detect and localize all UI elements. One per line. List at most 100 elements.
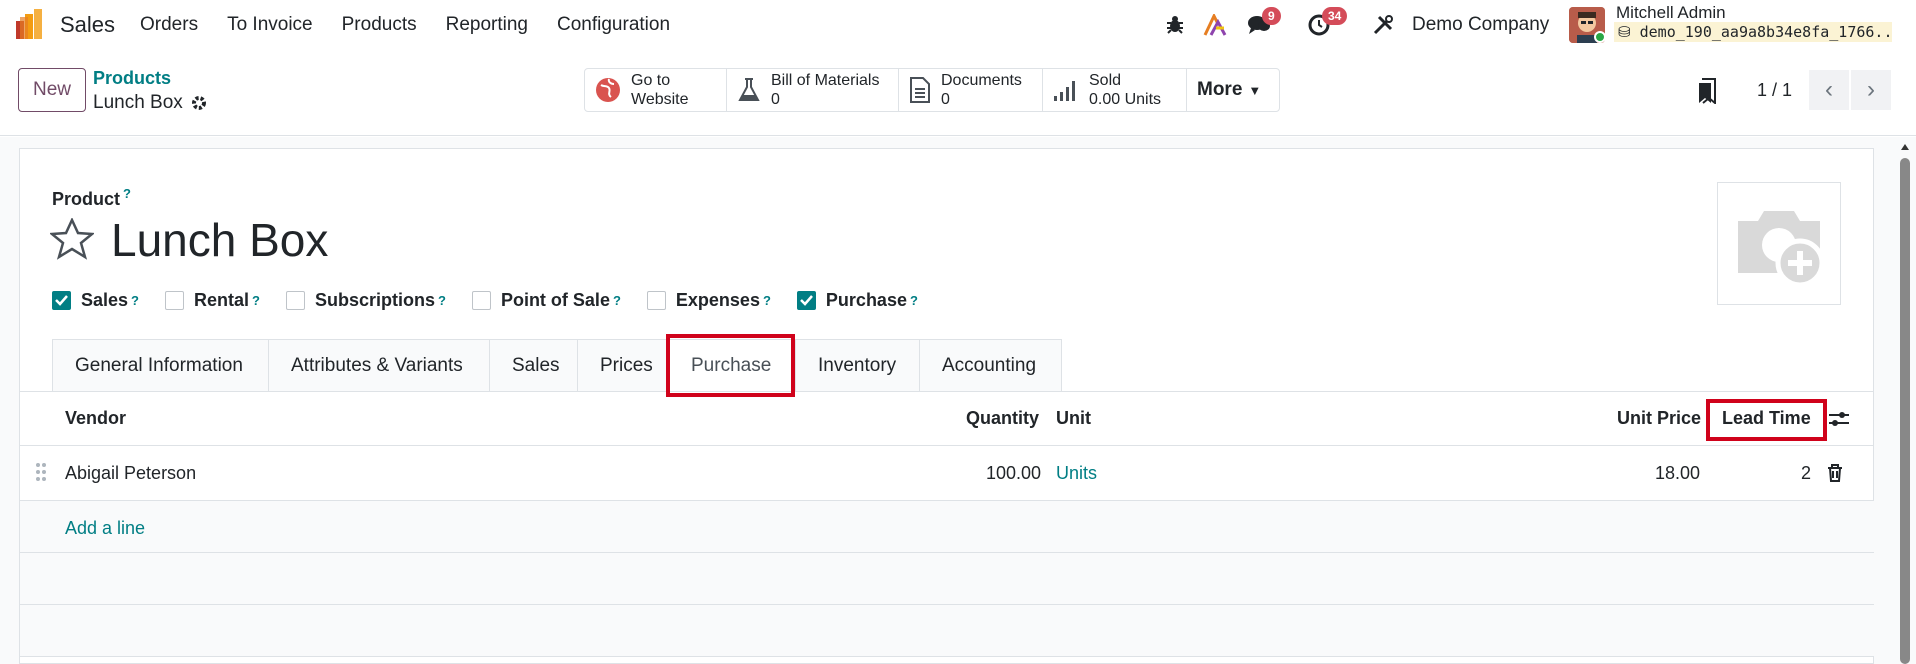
company-switcher[interactable]: Demo Company — [1412, 14, 1549, 36]
documents-button[interactable]: Documents 0 — [899, 69, 1043, 111]
point-of-sale-checkbox[interactable]: Point of Sale? — [471, 290, 621, 311]
app-name[interactable]: Sales — [60, 12, 115, 38]
debug-bug-icon[interactable] — [1162, 12, 1188, 38]
help-tooltip-icon[interactable]: ? — [123, 186, 131, 201]
row-unit-link[interactable]: Units — [1056, 463, 1097, 484]
pager-next-button[interactable]: › — [1851, 70, 1891, 110]
activities-clock-icon[interactable]: 34 — [1306, 7, 1348, 38]
rental-checkbox[interactable]: Rental? — [165, 290, 260, 311]
gear-icon[interactable] — [191, 95, 207, 111]
documents-label: Documents — [941, 72, 1022, 89]
header-divider — [20, 445, 1874, 446]
empty-row — [20, 553, 1874, 604]
empty-row — [20, 605, 1874, 656]
breadcrumb-current: Lunch Box — [93, 92, 207, 114]
database-label: demo_190_aa9a8b34e8fa_1766... — [1639, 23, 1892, 41]
chevron-left-icon: ‹ — [1825, 76, 1833, 103]
favorite-star-icon[interactable] — [50, 218, 94, 260]
sales-app-icon[interactable] — [16, 9, 46, 39]
activities-badge: 34 — [1322, 7, 1348, 25]
menu-to-invoice[interactable]: To Invoice — [227, 14, 313, 36]
header-vendor[interactable]: Vendor — [65, 408, 126, 429]
menu-reporting[interactable]: Reporting — [446, 14, 528, 36]
product-label: Product? — [52, 186, 131, 210]
help-tooltip-icon[interactable]: ? — [131, 293, 139, 308]
help-tooltip-icon[interactable]: ? — [613, 293, 621, 308]
product-label-text: Product — [52, 189, 121, 209]
subscriptions-checkbox[interactable]: Subscriptions? — [285, 290, 446, 311]
expenses-checkbox-label: Expenses — [675, 290, 760, 310]
expenses-checkbox[interactable]: Expenses? — [646, 290, 771, 311]
menu-configuration[interactable]: Configuration — [557, 14, 670, 36]
tab-accounting[interactable]: Accounting — [920, 340, 1061, 392]
drag-handle-icon[interactable] — [35, 462, 47, 482]
rental-checkbox-label: Rental — [194, 290, 250, 310]
sales-checkbox-label: Sales — [81, 290, 129, 310]
checkbox-unchecked-icon — [165, 291, 184, 310]
sales-checkbox[interactable]: Sales? — [52, 290, 139, 311]
messages-icon[interactable]: 9 — [1246, 7, 1281, 38]
purchase-checkbox[interactable]: Purchase? — [796, 290, 918, 311]
pager-value[interactable]: 1 / 1 — [1757, 80, 1792, 101]
help-tooltip-icon[interactable]: ? — [438, 293, 446, 308]
sold-value: 0.00 Units — [1089, 91, 1162, 108]
database-name: ⛁ demo_190_aa9a8b34e8fa_1766... — [1614, 22, 1892, 42]
tab-general-information[interactable]: General Information — [53, 340, 269, 392]
user-name[interactable]: Mitchell Admin — [1616, 3, 1726, 23]
row-lead-time[interactable]: 2 — [1801, 463, 1811, 484]
tab-inventory[interactable]: Inventory — [796, 340, 920, 392]
documents-value: 0 — [941, 91, 950, 108]
document-icon — [910, 77, 930, 103]
header-unit[interactable]: Unit — [1056, 408, 1091, 429]
lead-time-highlight — [1706, 399, 1827, 441]
settings-tools-icon[interactable] — [1370, 12, 1396, 38]
bom-value: 0 — [771, 91, 780, 108]
tab-attributes-variants[interactable]: Attributes & Variants — [269, 340, 490, 392]
row-unit-price[interactable]: 18.00 — [1655, 463, 1700, 484]
help-tooltip-icon[interactable]: ? — [252, 293, 260, 308]
online-status-dot — [1594, 31, 1606, 43]
product-image-upload[interactable] — [1717, 182, 1841, 305]
menu-orders[interactable]: Orders — [140, 14, 198, 36]
bill-of-materials-button[interactable]: Bill of Materials 0 — [727, 69, 899, 111]
pager-previous-button[interactable]: ‹ — [1809, 70, 1849, 110]
globe-icon — [596, 78, 620, 102]
breadcrumb-products[interactable]: Products — [93, 68, 171, 89]
help-tooltip-icon[interactable]: ? — [910, 293, 918, 308]
top-navbar: Sales Orders To Invoice Products Reporti… — [0, 0, 1916, 50]
caret-down-icon: ▼ — [1248, 82, 1262, 98]
trash-icon[interactable] — [1827, 464, 1843, 482]
signal-bars-icon — [1054, 81, 1075, 101]
help-tooltip-icon[interactable]: ? — [763, 293, 771, 308]
header-unit-price[interactable]: Unit Price — [1617, 408, 1701, 429]
more-button[interactable]: More ▼ — [1187, 69, 1279, 111]
odoo-ai-icon[interactable] — [1202, 12, 1228, 38]
go-to-website-button[interactable]: Go to Website — [585, 69, 727, 111]
header-quantity[interactable]: Quantity — [966, 408, 1039, 429]
camera-plus-icon — [1738, 210, 1825, 287]
menu-products[interactable]: Products — [342, 14, 417, 36]
checkbox-unchecked-icon — [285, 291, 305, 310]
bom-label: Bill of Materials — [771, 72, 880, 89]
row-quantity[interactable]: 100.00 — [986, 463, 1041, 484]
bookmark-icon[interactable] — [1698, 78, 1716, 104]
row-vendor[interactable]: Abigail Peterson — [65, 463, 196, 484]
checkbox-checked-icon — [52, 291, 71, 310]
optional-columns-toggle-icon[interactable] — [1828, 409, 1850, 429]
sold-button[interactable]: Sold 0.00 Units — [1043, 69, 1187, 111]
subscriptions-checkbox-label: Subscriptions — [314, 290, 435, 310]
checkbox-checked-icon — [796, 291, 816, 310]
checkbox-unchecked-icon — [471, 291, 491, 310]
purchase-checkbox-label: Purchase — [825, 290, 907, 310]
add-line-row — [20, 501, 1874, 552]
form-tabs: General Information Attributes & Variant… — [52, 339, 1062, 392]
vertical-scrollbar[interactable] — [1898, 140, 1912, 664]
sold-label: Sold — [1089, 72, 1122, 89]
new-button[interactable]: New — [18, 68, 86, 112]
tab-prices[interactable]: Prices — [578, 340, 669, 392]
website-line1: Go to — [631, 72, 671, 89]
checkbox-unchecked-icon — [646, 291, 666, 310]
product-name-field[interactable]: Lunch Box — [111, 213, 328, 267]
add-line-link[interactable]: Add a line — [65, 518, 145, 539]
tab-sales[interactable]: Sales — [490, 340, 578, 392]
